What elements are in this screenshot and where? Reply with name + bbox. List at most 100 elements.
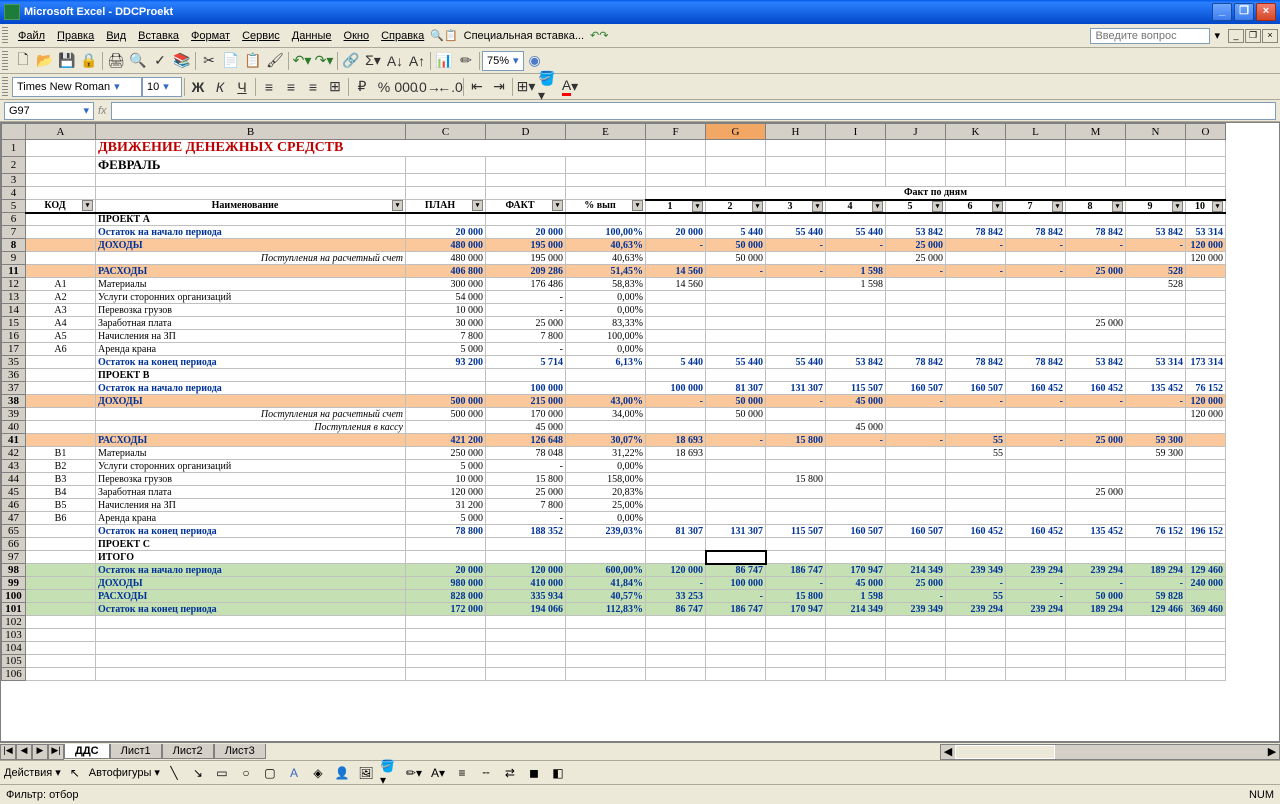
row-header[interactable]: 6 bbox=[2, 213, 26, 226]
cell[interactable] bbox=[1006, 291, 1066, 304]
cell[interactable] bbox=[1006, 343, 1066, 356]
row-header[interactable]: 35 bbox=[2, 356, 26, 369]
cell[interactable] bbox=[26, 655, 96, 668]
spelling-icon[interactable]: ✓ bbox=[149, 50, 171, 72]
cell[interactable] bbox=[1126, 174, 1186, 187]
cell[interactable] bbox=[26, 187, 96, 200]
currency-icon[interactable]: ₽ bbox=[351, 76, 373, 98]
cell[interactable] bbox=[406, 382, 486, 395]
cell[interactable] bbox=[1126, 486, 1186, 499]
sort-desc-icon[interactable]: A↑ bbox=[406, 50, 428, 72]
cell[interactable] bbox=[1066, 447, 1126, 460]
cell[interactable] bbox=[486, 538, 566, 551]
percent-icon[interactable]: % bbox=[373, 76, 395, 98]
cell[interactable] bbox=[1066, 213, 1126, 226]
cell[interactable] bbox=[1006, 499, 1066, 512]
cell[interactable] bbox=[766, 304, 826, 317]
cell[interactable]: 186 747 bbox=[706, 603, 766, 616]
cell[interactable]: 194 066 bbox=[486, 603, 566, 616]
cell[interactable]: 18 693 bbox=[646, 434, 706, 447]
column-header[interactable]: L bbox=[1006, 124, 1066, 140]
cell[interactable] bbox=[706, 616, 766, 629]
cell[interactable] bbox=[766, 447, 826, 460]
cell[interactable] bbox=[406, 187, 486, 200]
cell[interactable]: 170 000 bbox=[486, 408, 566, 421]
row-header[interactable]: 14 bbox=[2, 304, 26, 317]
cell[interactable] bbox=[826, 369, 886, 382]
cell[interactable]: - bbox=[886, 434, 946, 447]
column-header[interactable]: D bbox=[486, 124, 566, 140]
cell[interactable] bbox=[706, 291, 766, 304]
undo-icon[interactable]: ↶ bbox=[590, 29, 599, 42]
cell[interactable] bbox=[886, 140, 946, 157]
cell[interactable] bbox=[1126, 551, 1186, 564]
cell[interactable] bbox=[706, 668, 766, 681]
cell[interactable] bbox=[96, 616, 406, 629]
cell[interactable] bbox=[706, 304, 766, 317]
cell[interactable] bbox=[826, 616, 886, 629]
cell[interactable] bbox=[1126, 655, 1186, 668]
cell[interactable] bbox=[26, 538, 96, 551]
cell[interactable]: 15 800 bbox=[766, 473, 826, 486]
cell[interactable] bbox=[766, 551, 826, 564]
cell[interactable] bbox=[706, 551, 766, 564]
cell[interactable]: 20,83% bbox=[566, 486, 646, 499]
cell[interactable]: 45 000 bbox=[486, 421, 566, 434]
cell[interactable] bbox=[406, 157, 486, 174]
cell[interactable] bbox=[646, 616, 706, 629]
cell[interactable]: 55 440 bbox=[766, 356, 826, 369]
shadow-icon[interactable]: ◼ bbox=[524, 763, 544, 783]
cell[interactable] bbox=[766, 330, 826, 343]
cell[interactable] bbox=[486, 616, 566, 629]
cell[interactable] bbox=[646, 408, 706, 421]
cell[interactable] bbox=[886, 174, 946, 187]
cell[interactable]: 0,00% bbox=[566, 512, 646, 525]
cell[interactable] bbox=[26, 408, 96, 421]
cell[interactable] bbox=[1186, 668, 1226, 681]
cell[interactable]: 239 294 bbox=[946, 603, 1006, 616]
cell[interactable] bbox=[886, 421, 946, 434]
cell[interactable] bbox=[26, 239, 96, 252]
row-header[interactable]: 17 bbox=[2, 343, 26, 356]
cell[interactable] bbox=[1066, 140, 1126, 157]
row-header[interactable]: 41 bbox=[2, 434, 26, 447]
cell[interactable]: 25 000 bbox=[486, 486, 566, 499]
search-icon[interactable]: 🔍 bbox=[430, 29, 444, 42]
cell[interactable] bbox=[1186, 590, 1226, 603]
cell[interactable] bbox=[766, 616, 826, 629]
cell[interactable]: А5 bbox=[26, 330, 96, 343]
cell[interactable]: 25 000 bbox=[886, 239, 946, 252]
cell[interactable] bbox=[1066, 278, 1126, 291]
cell[interactable] bbox=[486, 551, 566, 564]
dash-style-icon[interactable]: ╌ bbox=[476, 763, 496, 783]
cell[interactable]: 100 000 bbox=[486, 382, 566, 395]
cell[interactable] bbox=[946, 512, 1006, 525]
row-header[interactable]: 43 bbox=[2, 460, 26, 473]
cell[interactable]: 3▾ bbox=[766, 200, 826, 213]
cell[interactable]: 20 000 bbox=[646, 226, 706, 239]
cell[interactable] bbox=[886, 343, 946, 356]
cell[interactable]: 239 294 bbox=[1006, 603, 1066, 616]
arrow-style-icon[interactable]: ⇄ bbox=[500, 763, 520, 783]
cell[interactable] bbox=[1006, 330, 1066, 343]
oval-icon[interactable]: ○ bbox=[236, 763, 256, 783]
cell[interactable] bbox=[1006, 174, 1066, 187]
cell[interactable]: В2 bbox=[26, 460, 96, 473]
cell[interactable] bbox=[1006, 408, 1066, 421]
cell[interactable] bbox=[886, 278, 946, 291]
row-header[interactable]: 46 bbox=[2, 499, 26, 512]
cell[interactable]: - bbox=[766, 395, 826, 408]
cell[interactable] bbox=[406, 369, 486, 382]
cell[interactable] bbox=[646, 629, 706, 642]
row-header[interactable]: 100 bbox=[2, 590, 26, 603]
cell[interactable] bbox=[1126, 213, 1186, 226]
cell[interactable]: В3 bbox=[26, 473, 96, 486]
cell[interactable] bbox=[646, 642, 706, 655]
row-header[interactable]: 12 bbox=[2, 278, 26, 291]
cell[interactable]: 980 000 bbox=[406, 577, 486, 590]
line-style-icon[interactable]: ≡ bbox=[452, 763, 472, 783]
cell[interactable]: 30,07% bbox=[566, 434, 646, 447]
cell[interactable] bbox=[646, 291, 706, 304]
cell[interactable] bbox=[1126, 421, 1186, 434]
cell[interactable] bbox=[826, 551, 886, 564]
